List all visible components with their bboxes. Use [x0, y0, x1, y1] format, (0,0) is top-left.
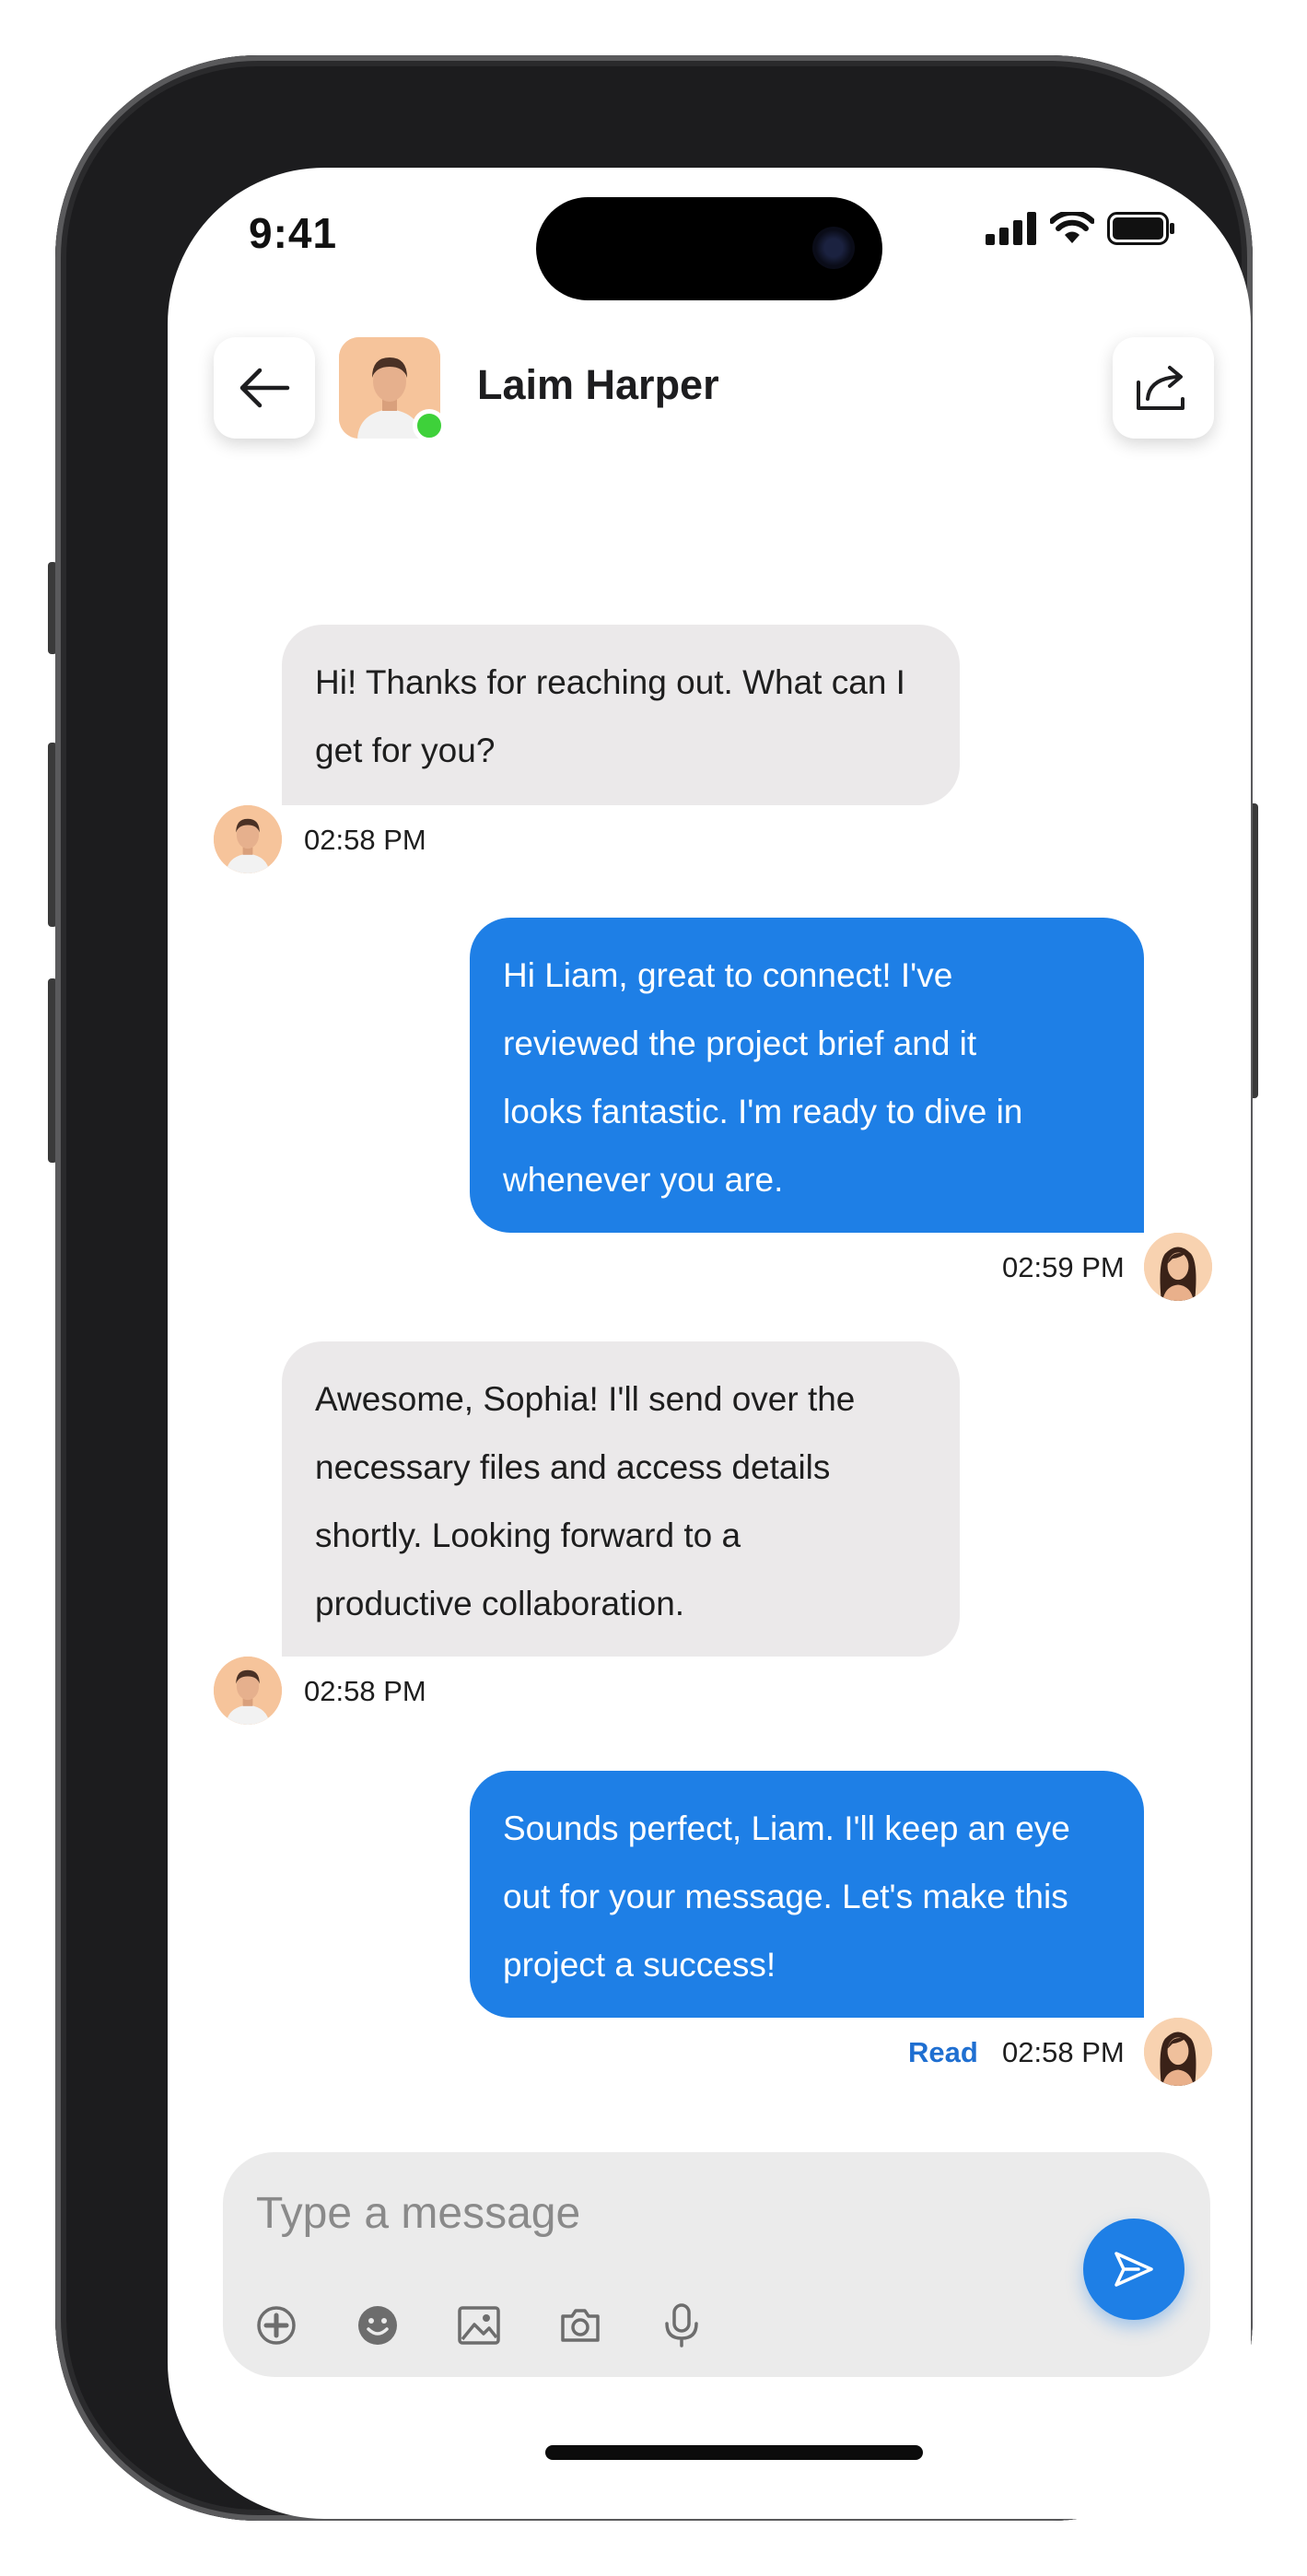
share-icon	[1137, 366, 1184, 410]
share-button[interactable]	[1113, 337, 1214, 439]
microphone-icon	[665, 2303, 698, 2348]
add-attachment-button[interactable]	[252, 2301, 300, 2349]
cellular-signal-icon	[986, 212, 1036, 245]
woman-portrait-icon	[1144, 2018, 1212, 2086]
contact-name[interactable]: Laim Harper	[477, 361, 719, 409]
send-icon	[1114, 2252, 1153, 2287]
message-bubble-outgoing[interactable]: Hi Liam, great to connect! I've reviewed…	[470, 918, 1144, 1233]
message-bubble-incoming[interactable]: Awesome, Sophia! I'll send over the nece…	[282, 1341, 960, 1657]
contact-avatar[interactable]	[339, 337, 446, 442]
status-time: 9:41	[249, 209, 338, 257]
status-icons	[986, 212, 1175, 245]
emoji-icon	[358, 2306, 397, 2345]
add-icon	[257, 2306, 296, 2345]
back-button[interactable]	[214, 337, 315, 439]
camera-icon	[561, 2309, 600, 2342]
message-bubble-outgoing[interactable]: Sounds perfect, Liam. I'll keep an eye o…	[470, 1771, 1144, 2018]
read-receipt: Read	[908, 2036, 978, 2068]
send-button[interactable]	[1083, 2219, 1184, 2320]
user-message-avatar	[1144, 2018, 1212, 2086]
message-composer	[223, 2152, 1210, 2377]
contact-message-avatar	[214, 805, 282, 873]
message-timestamp: 02:59 PM	[1002, 1251, 1125, 1283]
phone-frame: 9:41 Laim Harper Hi! Thanks for reaching…	[55, 55, 1253, 2521]
user-message-avatar	[1144, 1233, 1212, 1301]
home-indicator[interactable]	[545, 2445, 923, 2460]
online-status-dot	[413, 409, 446, 442]
front-camera	[812, 227, 855, 269]
voice-button[interactable]	[658, 2301, 706, 2349]
message-timestamp: 02:58 PM	[304, 1675, 426, 1707]
battery-icon	[1107, 212, 1174, 245]
dynamic-island	[536, 197, 882, 300]
message-bubble-incoming[interactable]: Hi! Thanks for reaching out. What can I …	[282, 625, 960, 805]
contact-message-avatar	[214, 1657, 282, 1725]
image-icon	[458, 2306, 500, 2345]
arrow-left-icon	[239, 368, 290, 408]
image-button[interactable]	[455, 2301, 503, 2349]
man-portrait-icon	[214, 805, 282, 873]
wifi-icon	[1050, 212, 1094, 243]
camera-button[interactable]	[556, 2301, 604, 2349]
message-timestamp: 02:58 PM	[304, 824, 426, 856]
message-timestamp: 02:58 PM	[1002, 2036, 1125, 2068]
emoji-button[interactable]	[354, 2301, 402, 2349]
message-input[interactable]	[256, 2178, 993, 2248]
man-portrait-icon	[214, 1657, 282, 1725]
woman-portrait-icon	[1144, 1233, 1212, 1301]
chat-screen: 9:41 Laim Harper Hi! Thanks for reaching…	[168, 168, 1251, 2519]
